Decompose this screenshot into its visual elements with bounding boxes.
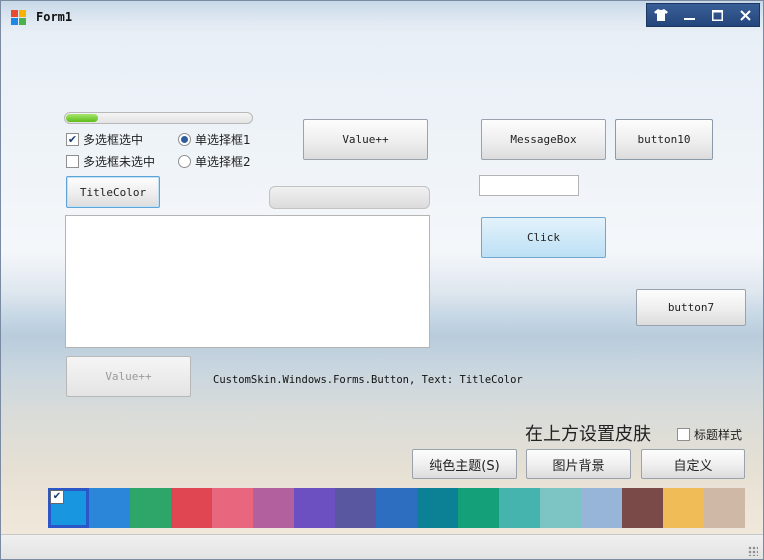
color-swatch[interactable] — [622, 488, 663, 528]
color-swatch[interactable]: ✔ — [48, 488, 89, 528]
radio-1-circle[interactable] — [178, 133, 191, 146]
color-swatch[interactable] — [171, 488, 212, 528]
title-style-checkbox-box[interactable] — [677, 428, 690, 441]
color-palette: ✔ — [48, 488, 745, 528]
radio-2[interactable]: 单选择框2 — [178, 153, 251, 170]
minimize-icon[interactable] — [675, 4, 703, 26]
color-swatch[interactable] — [253, 488, 294, 528]
color-swatch[interactable] — [663, 488, 704, 528]
info-label: CustomSkin.Windows.Forms.Button, Text: T… — [213, 374, 523, 386]
skin-icon[interactable] — [647, 4, 675, 26]
app-icon — [11, 10, 27, 26]
checkbox-unchecked[interactable]: 多选框未选中 — [66, 153, 155, 170]
checkbox-checked-label: 多选框选中 — [83, 133, 144, 147]
color-swatch[interactable] — [212, 488, 253, 528]
button7[interactable]: button7 — [636, 289, 746, 326]
color-swatch[interactable] — [704, 488, 745, 528]
color-swatch[interactable] — [335, 488, 376, 528]
messagebox-button[interactable]: MessageBox — [481, 119, 606, 160]
progress-fill — [66, 114, 98, 122]
progress-bar-top — [64, 112, 253, 124]
checkbox-unchecked-box[interactable] — [66, 155, 79, 168]
color-swatch[interactable] — [89, 488, 130, 528]
radio-2-label: 单选择框2 — [195, 155, 251, 169]
close-icon[interactable] — [731, 4, 759, 26]
progress-bar-middle — [269, 186, 430, 209]
pure-theme-button[interactable]: 纯色主题(S) — [412, 449, 517, 479]
radio-1-label: 单选择框1 — [195, 133, 251, 147]
title-bar[interactable]: Form1 — [1, 1, 763, 33]
multiline-textbox[interactable] — [65, 215, 430, 348]
title-style-checkbox-label: 标题样式 — [694, 428, 743, 442]
color-swatch[interactable] — [130, 488, 171, 528]
color-swatch[interactable] — [294, 488, 335, 528]
title-color-button[interactable]: TitleColor — [66, 176, 160, 208]
radio-2-circle[interactable] — [178, 155, 191, 168]
color-swatch[interactable] — [540, 488, 581, 528]
small-textbox[interactable] — [479, 175, 579, 196]
color-swatch[interactable] — [499, 488, 540, 528]
main-window: Form1 ✔ 多选框选中 多选框未选中 单选择框1 单选择框2 TitleCo… — [0, 0, 764, 560]
checkbox-unchecked-label: 多选框未选中 — [83, 155, 156, 169]
window-controls — [646, 3, 760, 27]
color-swatch[interactable] — [581, 488, 622, 528]
window-title: Form1 — [36, 10, 73, 24]
radio-dot — [181, 136, 188, 143]
title-style-checkbox[interactable]: 标题样式 — [677, 426, 742, 443]
check-icon: ✔ — [50, 490, 64, 504]
skin-hint-label: 在上方设置皮肤 — [525, 424, 651, 445]
maximize-icon[interactable] — [703, 4, 731, 26]
color-swatch[interactable] — [458, 488, 499, 528]
checkbox-checked-box[interactable]: ✔ — [66, 133, 79, 146]
status-bar — [1, 534, 763, 559]
button10[interactable]: button10 — [615, 119, 713, 160]
click-button[interactable]: Click — [481, 217, 606, 258]
value-plus-button[interactable]: Value++ — [303, 119, 428, 160]
radio-1[interactable]: 单选择框1 — [178, 131, 251, 148]
custom-button[interactable]: 自定义 — [641, 449, 745, 479]
resize-grip-icon[interactable] — [748, 546, 758, 556]
checkbox-checked[interactable]: ✔ 多选框选中 — [66, 131, 143, 148]
color-swatch[interactable] — [417, 488, 458, 528]
color-swatch[interactable] — [376, 488, 417, 528]
value-plus-disabled-button[interactable]: Value++ — [66, 356, 191, 397]
image-background-button[interactable]: 图片背景 — [526, 449, 631, 479]
